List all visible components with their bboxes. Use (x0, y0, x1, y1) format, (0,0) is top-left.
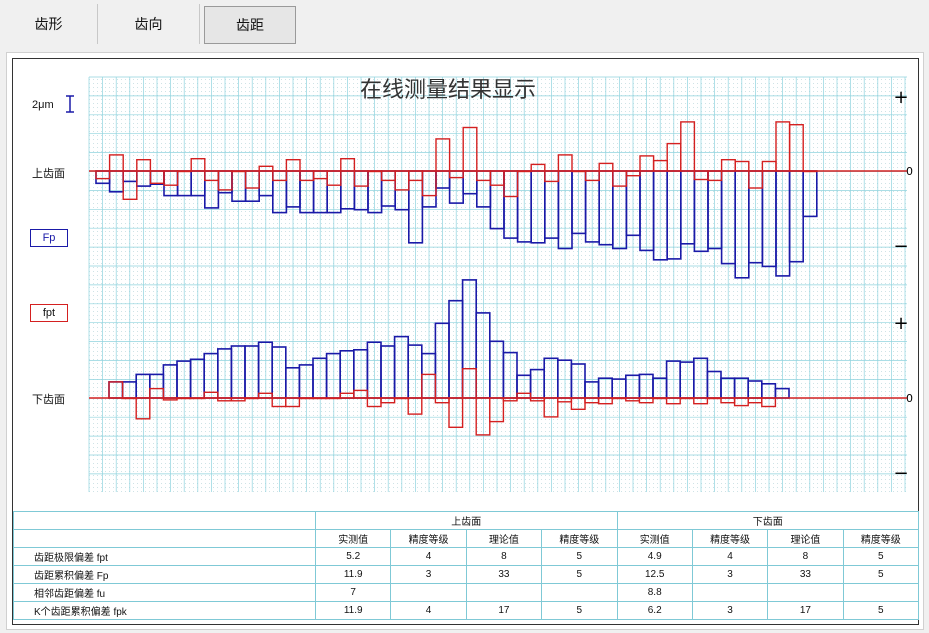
upper-zero-label: 0 (906, 165, 913, 178)
table-cell: 3 (691, 565, 769, 584)
table-row: 相邻齿距偏差 fu 7 8.8 (13, 583, 920, 602)
table-cell: 4 (390, 601, 467, 620)
lower-plus-sign: + (893, 313, 908, 334)
table-cell: 33 (465, 565, 543, 584)
upper-plus-sign: + (893, 87, 908, 108)
table-cell: 5.2 (314, 547, 392, 566)
row-label: 相邻齿距偏差 fu (13, 583, 316, 602)
table-cell (541, 583, 618, 602)
table-row: 齿距累积偏差 Fp 11.9 3 33 5 12.5 3 33 5 (13, 565, 920, 584)
table-cell: 8 (465, 547, 543, 566)
table-cell: 5 (842, 547, 920, 566)
col-header: 实测值 (314, 529, 392, 548)
table-cell: 11.9 (314, 565, 392, 584)
table-cell: 17 (465, 601, 543, 620)
legend-fp: Fp (30, 229, 68, 247)
table-cell: 17 (767, 601, 844, 620)
legend-fpt: fpt (30, 304, 68, 322)
table-cell: 5 (541, 601, 618, 620)
table-group-header: 上齿面 下齿面 (13, 511, 919, 530)
group-lower: 下齿面 (616, 511, 919, 530)
table-cell (691, 583, 769, 602)
table-cell: 8.8 (616, 583, 693, 602)
col-header: 精度等级 (691, 529, 769, 548)
row-label: 齿距累积偏差 Fp (13, 565, 316, 584)
table-cell: 33 (767, 565, 844, 584)
col-header: 理论值 (767, 529, 844, 548)
table-cell: 4 (691, 547, 769, 566)
corner-cell (13, 511, 316, 530)
results-table: 上齿面 下齿面 实测值 精度等级 理论值 精度等级 实测值 精度等级 理论值 精… (13, 511, 920, 620)
table-cell (390, 583, 467, 602)
table-cell: 7 (314, 583, 392, 602)
table-cell: 4 (390, 547, 467, 566)
chart-title: 在线测量结果显示 (360, 78, 536, 103)
table-cell: 5 (541, 547, 618, 566)
table-cell (842, 583, 920, 602)
col-header: 精度等级 (842, 529, 920, 548)
lower-minus-sign: − (893, 463, 908, 484)
table-cell: 12.5 (616, 565, 693, 584)
row-label: 齿距极限偏差 fpt (13, 547, 316, 566)
table-column-header: 实测值 精度等级 理论值 精度等级 实测值 精度等级 理论值 精度等级 (13, 529, 920, 548)
table-cell: 3 (390, 565, 467, 584)
table-cell: 5 (842, 601, 920, 620)
tab-tooth-pitch[interactable]: 齿距 (204, 6, 296, 44)
table-row: K个齿距累积偏差 fpk 11.9 4 17 5 6.2 3 17 5 (13, 601, 920, 620)
table-cell: 5 (541, 565, 618, 584)
table-cell: 6.2 (616, 601, 693, 620)
lower-zero-label: 0 (906, 392, 913, 405)
tab-bar: 齿形 齿向 齿距 (0, 0, 929, 48)
table-cell: 5 (842, 565, 920, 584)
table-cell: 3 (691, 601, 769, 620)
table-row: 齿距极限偏差 fpt 5.2 4 8 5 4.9 4 8 5 (13, 547, 920, 566)
tab-tooth-profile[interactable]: 齿形 (0, 4, 98, 44)
pitch-chart: 在线测量结果显示 + 0 − + 0 − (66, 76, 913, 492)
table-cell: 11.9 (314, 601, 392, 620)
col-header: 理论值 (465, 529, 543, 548)
scale-label: 2μm (32, 99, 54, 111)
table-cell: 4.9 (616, 547, 693, 566)
table-cell (465, 583, 543, 602)
tab-tooth-lead[interactable]: 齿向 (98, 4, 200, 44)
col-header: 精度等级 (541, 529, 618, 548)
table-cell: 8 (767, 547, 844, 566)
upper-flank-label: 上齿面 (32, 168, 65, 180)
col-header: 精度等级 (390, 529, 467, 548)
upper-minus-sign: − (893, 236, 908, 257)
group-upper: 上齿面 (315, 511, 618, 530)
lower-flank-label: 下齿面 (32, 394, 65, 406)
row-label: K个齿距累积偏差 fpk (13, 601, 316, 620)
table-cell (767, 583, 844, 602)
col-header: 实测值 (616, 529, 693, 548)
